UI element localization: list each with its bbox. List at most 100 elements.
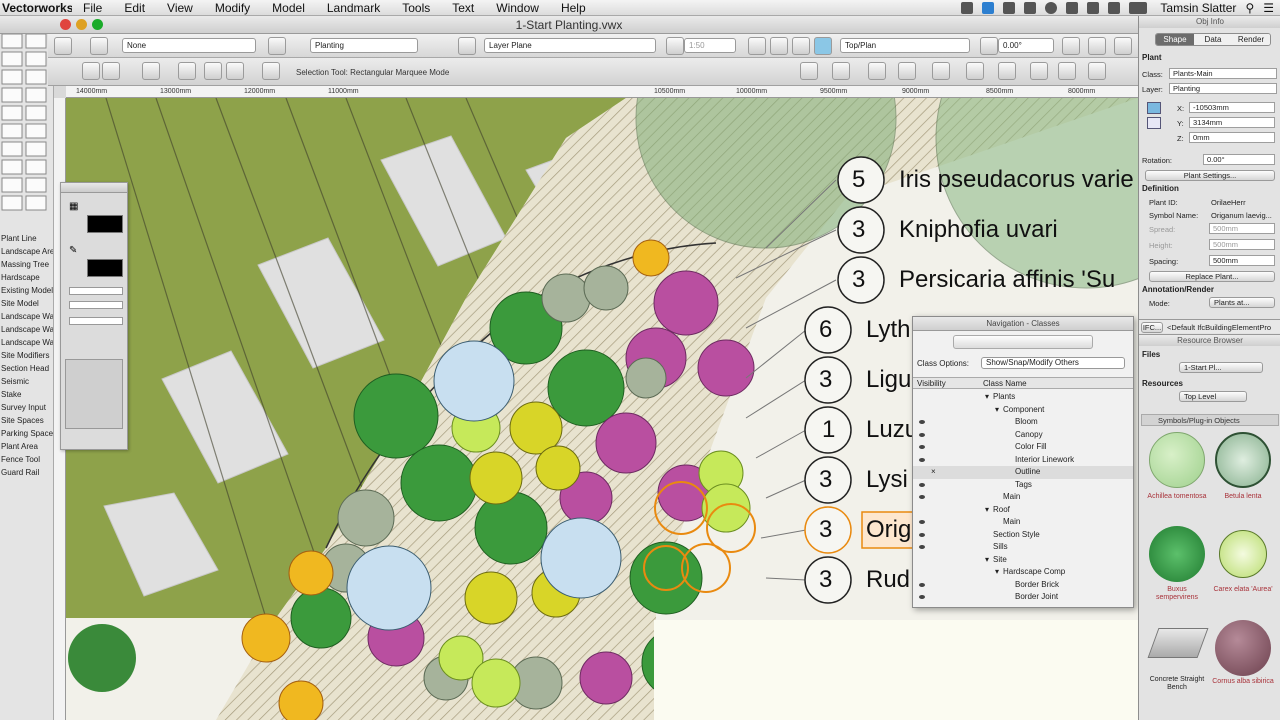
class-row[interactable]: × Outline [913, 466, 1133, 479]
class-row[interactable]: ▾ Component [913, 404, 1133, 417]
spacing-field[interactable]: 500mm [1209, 255, 1275, 266]
line-weight-field[interactable] [69, 287, 123, 295]
pencil-icon[interactable] [666, 37, 684, 55]
active-layer-select[interactable]: Planting [310, 38, 418, 53]
layer-plane-icon[interactable] [458, 37, 476, 55]
tool-item[interactable]: Landscape Area [0, 247, 53, 260]
zoom-icon[interactable] [748, 37, 766, 55]
dropbox-icon[interactable] [982, 2, 995, 14]
tool-item[interactable]: Site Spaces [0, 416, 53, 429]
menu-modify[interactable]: Modify [204, 1, 261, 15]
resource-thumb-betula[interactable] [1215, 432, 1271, 488]
render-icon[interactable] [792, 37, 810, 55]
snap-object-icon[interactable] [868, 62, 886, 80]
view-select[interactable]: Top/Plan [840, 38, 970, 53]
globe-icon[interactable] [1088, 37, 1106, 55]
align-mode-icon[interactable] [142, 62, 160, 80]
plant-settings-button[interactable]: Plant Settings... [1145, 170, 1275, 181]
tool-item[interactable]: Landscape Wall [0, 312, 53, 325]
menu-tools[interactable]: Tools [391, 1, 441, 15]
tool-item[interactable]: Hardscape [0, 273, 53, 286]
class-row[interactable]: ▾ Hardscape Comp [913, 566, 1133, 579]
menu-edit[interactable]: Edit [113, 1, 156, 15]
layer-select[interactable]: Planting [1169, 83, 1277, 94]
tool-item[interactable]: Seismic [0, 377, 53, 390]
category-header[interactable]: Symbols/Plug-in Objects [1141, 414, 1279, 426]
position-anchor-icon[interactable] [1147, 117, 1161, 129]
time-machine-icon[interactable] [1045, 2, 1058, 14]
stack-icon[interactable] [1062, 37, 1080, 55]
tool-item[interactable]: Parking Spaces [0, 429, 53, 442]
resource-thumb-cornus[interactable] [1215, 620, 1271, 676]
lasso-mode-icon[interactable] [204, 62, 222, 80]
snap-grid-icon[interactable] [898, 62, 916, 80]
box-mode-icon[interactable] [178, 62, 196, 80]
dash-field[interactable] [69, 317, 123, 325]
class-row[interactable]: Border Joint [913, 591, 1133, 604]
page-icon[interactable] [1058, 62, 1076, 80]
lightbulb-icon[interactable] [932, 62, 950, 80]
tab-render[interactable]: Render [1232, 34, 1270, 45]
class-row[interactable]: Color Fill [913, 441, 1133, 454]
menu-text[interactable]: Text [441, 1, 485, 15]
class-row[interactable]: ▾ Plants [913, 391, 1133, 404]
class-row[interactable]: Main [913, 491, 1133, 504]
tab-data[interactable]: Data [1194, 34, 1232, 45]
replace-plant-button[interactable]: Replace Plant... [1149, 271, 1275, 282]
class-options-select[interactable]: Show/Snap/Modify Others [981, 357, 1125, 369]
rotation-field[interactable]: 0.00° [1203, 154, 1275, 165]
grid-icon[interactable] [998, 62, 1016, 80]
app-menu[interactable]: Vectorworks [2, 1, 72, 15]
rect-marquee-mode-icon[interactable] [102, 62, 120, 80]
selection-mode-icon[interactable] [82, 62, 100, 80]
volume-icon[interactable] [1087, 2, 1100, 14]
col-class-name[interactable]: Class Name [983, 379, 1027, 388]
tab-shape[interactable]: Shape [1156, 34, 1194, 45]
tool-item[interactable]: Landscape Wall [0, 338, 53, 351]
tool-item[interactable]: Survey Input [0, 403, 53, 416]
opacity-field[interactable] [69, 301, 123, 309]
class-select[interactable]: Plants-Main [1169, 68, 1277, 79]
fill-swatch[interactable] [87, 215, 123, 233]
camera-icon[interactable] [961, 2, 974, 14]
position-box-icon[interactable] [1147, 102, 1161, 114]
class-row[interactable]: Main [913, 516, 1133, 529]
file-select[interactable]: 1-Start Pl... [1179, 362, 1263, 373]
resource-thumb-buxus[interactable] [1149, 526, 1205, 582]
tool-item[interactable]: Plant Line [0, 234, 53, 247]
rotate-plan-icon[interactable] [980, 37, 998, 55]
eye-toggle-icon[interactable] [1030, 62, 1048, 80]
menu-view[interactable]: View [156, 1, 204, 15]
plan-rotation-field[interactable]: 0.00° [998, 38, 1054, 53]
class-row[interactable]: Border Brick [913, 579, 1133, 592]
markers-panel[interactable] [65, 359, 123, 429]
ifc-button[interactable]: IFC... [1141, 322, 1163, 333]
tool-item[interactable]: Site Model [0, 299, 53, 312]
eye-icon[interactable] [1024, 2, 1037, 14]
menu-window[interactable]: Window [485, 1, 550, 15]
cloud-icon[interactable] [966, 62, 984, 80]
menu-help[interactable]: Help [550, 1, 597, 15]
layer-plane-select[interactable]: Layer Plane [484, 38, 656, 53]
tool-item[interactable]: Site Modifiers [0, 351, 53, 364]
minimize-window-button[interactable] [76, 19, 87, 30]
frame-icon[interactable] [1088, 62, 1106, 80]
battery-icon[interactable] [1129, 2, 1148, 14]
user-name[interactable]: Tamsin Slatter [1160, 1, 1236, 15]
pan-icon[interactable] [770, 37, 788, 55]
back-icon[interactable] [54, 37, 72, 55]
scale-field[interactable]: 1:50 [684, 38, 736, 53]
menu-file[interactable]: File [72, 1, 113, 15]
tool-item[interactable]: Landscape Wall [0, 325, 53, 338]
class-row[interactable]: ▾ Roof [913, 504, 1133, 517]
preferences-icon[interactable] [262, 62, 280, 80]
x-field[interactable]: -10503mm [1189, 102, 1275, 113]
tool-item[interactable]: Stake [0, 390, 53, 403]
active-class-select[interactable]: None [122, 38, 256, 53]
navigation-tabs[interactable] [953, 335, 1093, 349]
tool-item[interactable]: Section Head [0, 364, 53, 377]
rotate-mode-icon[interactable] [226, 62, 244, 80]
resource-thumb-achillea[interactable] [1149, 432, 1205, 488]
y-field[interactable]: 3134mm [1189, 117, 1275, 128]
zoom-window-button[interactable] [92, 19, 103, 30]
